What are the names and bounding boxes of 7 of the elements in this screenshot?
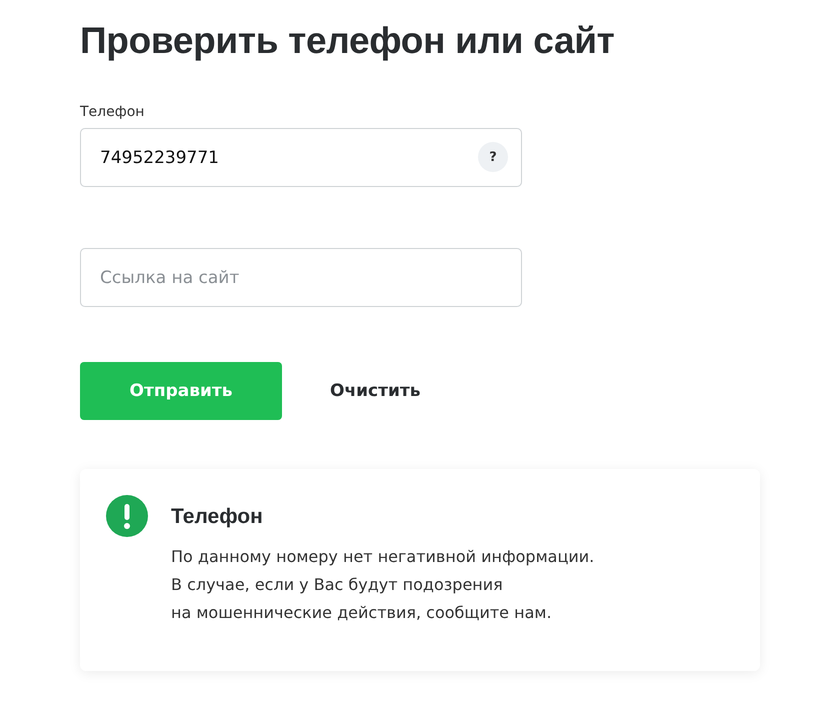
exclamation-icon: [106, 495, 148, 537]
result-title: Телефон: [171, 505, 264, 529]
field-label: Телефон: [80, 104, 146, 120]
result-message: По данному номеру нет негативной информации. В случае, если у Вас будут подозрения на мошеннические действия, сообщите нам.: [171, 546, 594, 624]
page-title: Проверить телефон или сайт: [80, 20, 616, 62]
clear-button[interactable]: Очистить: [320, 362, 430, 420]
site-field[interactable]: Ссылка на сайт: [80, 248, 522, 307]
